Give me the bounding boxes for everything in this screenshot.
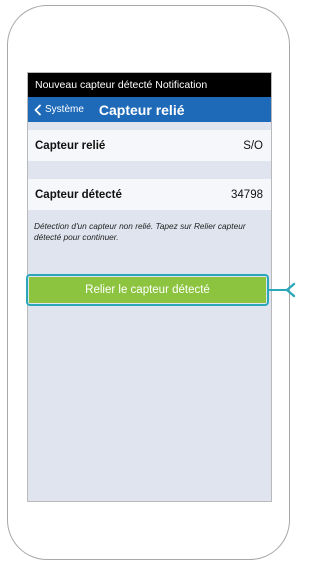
detected-sensor-row: Capteur détecté 34798	[28, 179, 271, 210]
detected-sensor-value: 34798	[231, 188, 263, 201]
notification-title: Nouveau capteur détecté Notification	[35, 79, 208, 91]
link-sensor-button[interactable]: Relier le capteur détecté	[29, 277, 266, 303]
nav-bar: Système Capteur relié	[28, 97, 271, 122]
info-text: Détection d'un capteur non relié. Tapez …	[34, 221, 246, 242]
chevron-left-icon	[34, 104, 41, 115]
notification-bar: Nouveau capteur détecté Notification	[28, 73, 271, 97]
linked-sensor-value: S/O	[243, 139, 263, 152]
link-sensor-button-label: Relier le capteur détecté	[85, 284, 210, 296]
page-title: Capteur relié	[98, 101, 185, 118]
detected-sensor-label: Capteur détecté	[35, 188, 122, 201]
back-button[interactable]: Système	[33, 104, 84, 116]
linked-sensor-label: Capteur relié	[35, 139, 106, 152]
linked-sensor-row: Capteur relié S/O	[28, 130, 271, 161]
callout-arrow-icon	[285, 282, 296, 298]
back-label: Système	[45, 104, 84, 115]
